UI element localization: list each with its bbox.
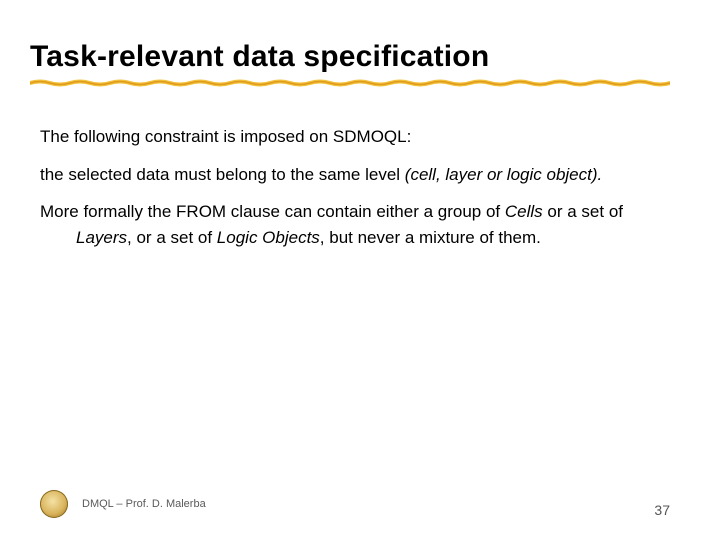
title-underline-icon: [30, 78, 670, 86]
p3-e: , or a set of: [127, 228, 217, 247]
page-number: 37: [654, 502, 670, 518]
p2-plain: the selected data must belong to the sam…: [40, 165, 405, 184]
p3-b: Cells: [505, 202, 543, 221]
footer-text: DMQL – Prof. D. Malerba: [82, 498, 206, 510]
body-text: The following constraint is imposed on S…: [40, 124, 680, 250]
p3-f: Logic Objects: [217, 228, 320, 247]
footer: DMQL – Prof. D. Malerba 37: [40, 486, 680, 514]
p3-d: Layers: [76, 228, 127, 247]
seal-icon: [40, 490, 68, 518]
title-block: Task-relevant data specification: [30, 40, 680, 86]
p3-g: , but never a mixture of them.: [320, 228, 541, 247]
paragraph-1: The following constraint is imposed on S…: [40, 124, 680, 150]
p2-italic: (cell, layer or logic object).: [405, 165, 602, 184]
slide-title: Task-relevant data specification: [30, 40, 680, 74]
p3-a: More formally the FROM clause can contai…: [40, 202, 505, 221]
slide: Task-relevant data specification The fol…: [0, 0, 720, 540]
paragraph-3: More formally the FROM clause can contai…: [40, 199, 680, 250]
p3-c: or a set of: [543, 202, 623, 221]
paragraph-2: the selected data must belong to the sam…: [40, 162, 680, 188]
